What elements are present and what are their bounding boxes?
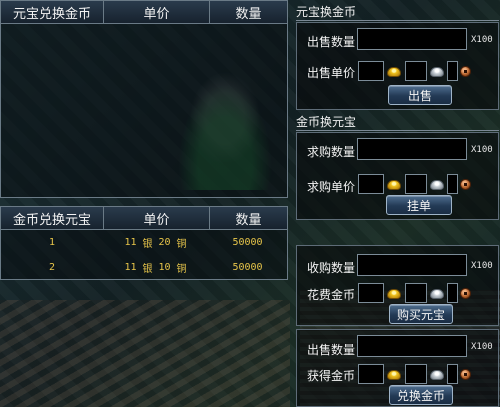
- column-header-type: 元宝兑换金币: [1, 1, 104, 23]
- table-row[interactable]: 1 11 银 20 铜 50000: [1, 230, 287, 255]
- gain-gold-label: 获得金币: [307, 369, 356, 383]
- price-gold-input[interactable]: [358, 174, 384, 194]
- price-copper-input[interactable]: [447, 174, 458, 194]
- gain-silver-input[interactable]: [405, 364, 427, 384]
- buy-price-label: 求购单价: [307, 180, 356, 194]
- sell-button[interactable]: 出售: [388, 85, 452, 105]
- exchange-gold-button[interactable]: 兑换金币: [389, 385, 453, 405]
- cost-gold-input[interactable]: [358, 283, 384, 303]
- purchase-quantity-input[interactable]: [357, 254, 467, 276]
- quantity-unit: X100: [471, 145, 493, 155]
- quantity-unit: X100: [471, 342, 493, 352]
- gold-ingot-icon: [387, 289, 401, 299]
- price-gold-input[interactable]: [358, 61, 384, 81]
- sell-quantity-label: 出售数量: [307, 35, 356, 49]
- sell-ingot-section-title: 元宝换金币: [296, 5, 357, 19]
- place-order-button[interactable]: 挂单: [386, 195, 452, 215]
- purchase-ingot-panel: 收购数量 X100 花费金币 购买元宝: [296, 245, 499, 326]
- silver-ingot-icon: [430, 67, 444, 77]
- exchange-quantity-input[interactable]: [357, 335, 467, 357]
- section-divider: [296, 20, 499, 21]
- row-price: 11 银 20 铜: [124, 237, 187, 250]
- sell-price-label: 出售单价: [307, 66, 356, 80]
- column-header-price: 单价: [104, 1, 210, 23]
- row-quantity: 50000: [232, 262, 263, 273]
- purchase-quantity-label: 收购数量: [307, 261, 356, 275]
- copper-coin-icon: [460, 369, 471, 380]
- exchange-gold-panel: 出售数量 X100 获得金币 兑换金币: [296, 329, 499, 407]
- sell-ingot-panel: 出售数量 X100 出售单价 出售: [296, 22, 499, 110]
- quantity-unit: X100: [471, 261, 493, 271]
- cost-gold-label: 花费金币: [307, 288, 356, 302]
- column-header-quantity: 数量: [235, 212, 262, 228]
- gain-copper-input[interactable]: [447, 364, 458, 384]
- row-index: 1: [48, 237, 56, 248]
- ingot-to-gold-orders-table: 元宝兑换金币 单价 数量: [0, 0, 288, 198]
- gold-ingot-icon: [387, 370, 401, 380]
- silver-ingot-icon: [430, 180, 444, 190]
- price-copper-input[interactable]: [447, 61, 458, 81]
- section-divider: [296, 130, 499, 131]
- roof-tiles-decoration: [0, 300, 290, 407]
- copper-coin-icon: [460, 288, 471, 299]
- table-header: 元宝兑换金币 单价 数量: [1, 1, 287, 24]
- column-header-type: 金币兑换元宝: [1, 207, 104, 229]
- silver-ingot-icon: [430, 289, 444, 299]
- row-index: 2: [48, 262, 56, 273]
- price-silver-input[interactable]: [405, 61, 427, 81]
- column-header-price: 单价: [104, 207, 210, 229]
- row-quantity: 50000: [232, 237, 263, 248]
- table-header: 金币兑换元宝 单价 数量: [1, 207, 287, 230]
- copper-coin-icon: [460, 66, 471, 77]
- gain-gold-input[interactable]: [358, 364, 384, 384]
- quantity-unit: X100: [471, 35, 493, 45]
- cost-copper-input[interactable]: [447, 283, 458, 303]
- buy-quantity-label: 求购数量: [307, 145, 356, 159]
- sell-quantity-input[interactable]: [357, 28, 467, 50]
- row-price: 11 银 10 铜: [124, 262, 187, 275]
- buy-ingot-panel: 求购数量 X100 求购单价 挂单: [296, 132, 499, 220]
- buy-ingot-section-title: 金币换元宝: [296, 115, 357, 129]
- price-silver-input[interactable]: [405, 174, 427, 194]
- column-header-quantity: 数量: [235, 6, 262, 22]
- gold-to-ingot-orders-table: 金币兑换元宝 单价 数量 1 11 银 20 铜 50000 2 11 银 10…: [0, 206, 288, 280]
- table-row[interactable]: 2 11 银 10 铜 50000: [1, 255, 287, 280]
- silver-ingot-icon: [430, 370, 444, 380]
- copper-coin-icon: [460, 179, 471, 190]
- exchange-quantity-label: 出售数量: [307, 343, 356, 357]
- gold-ingot-icon: [387, 67, 401, 77]
- buy-ingot-button[interactable]: 购买元宝: [389, 304, 453, 324]
- cost-silver-input[interactable]: [405, 283, 427, 303]
- gold-ingot-icon: [387, 180, 401, 190]
- buy-quantity-input[interactable]: [357, 138, 467, 160]
